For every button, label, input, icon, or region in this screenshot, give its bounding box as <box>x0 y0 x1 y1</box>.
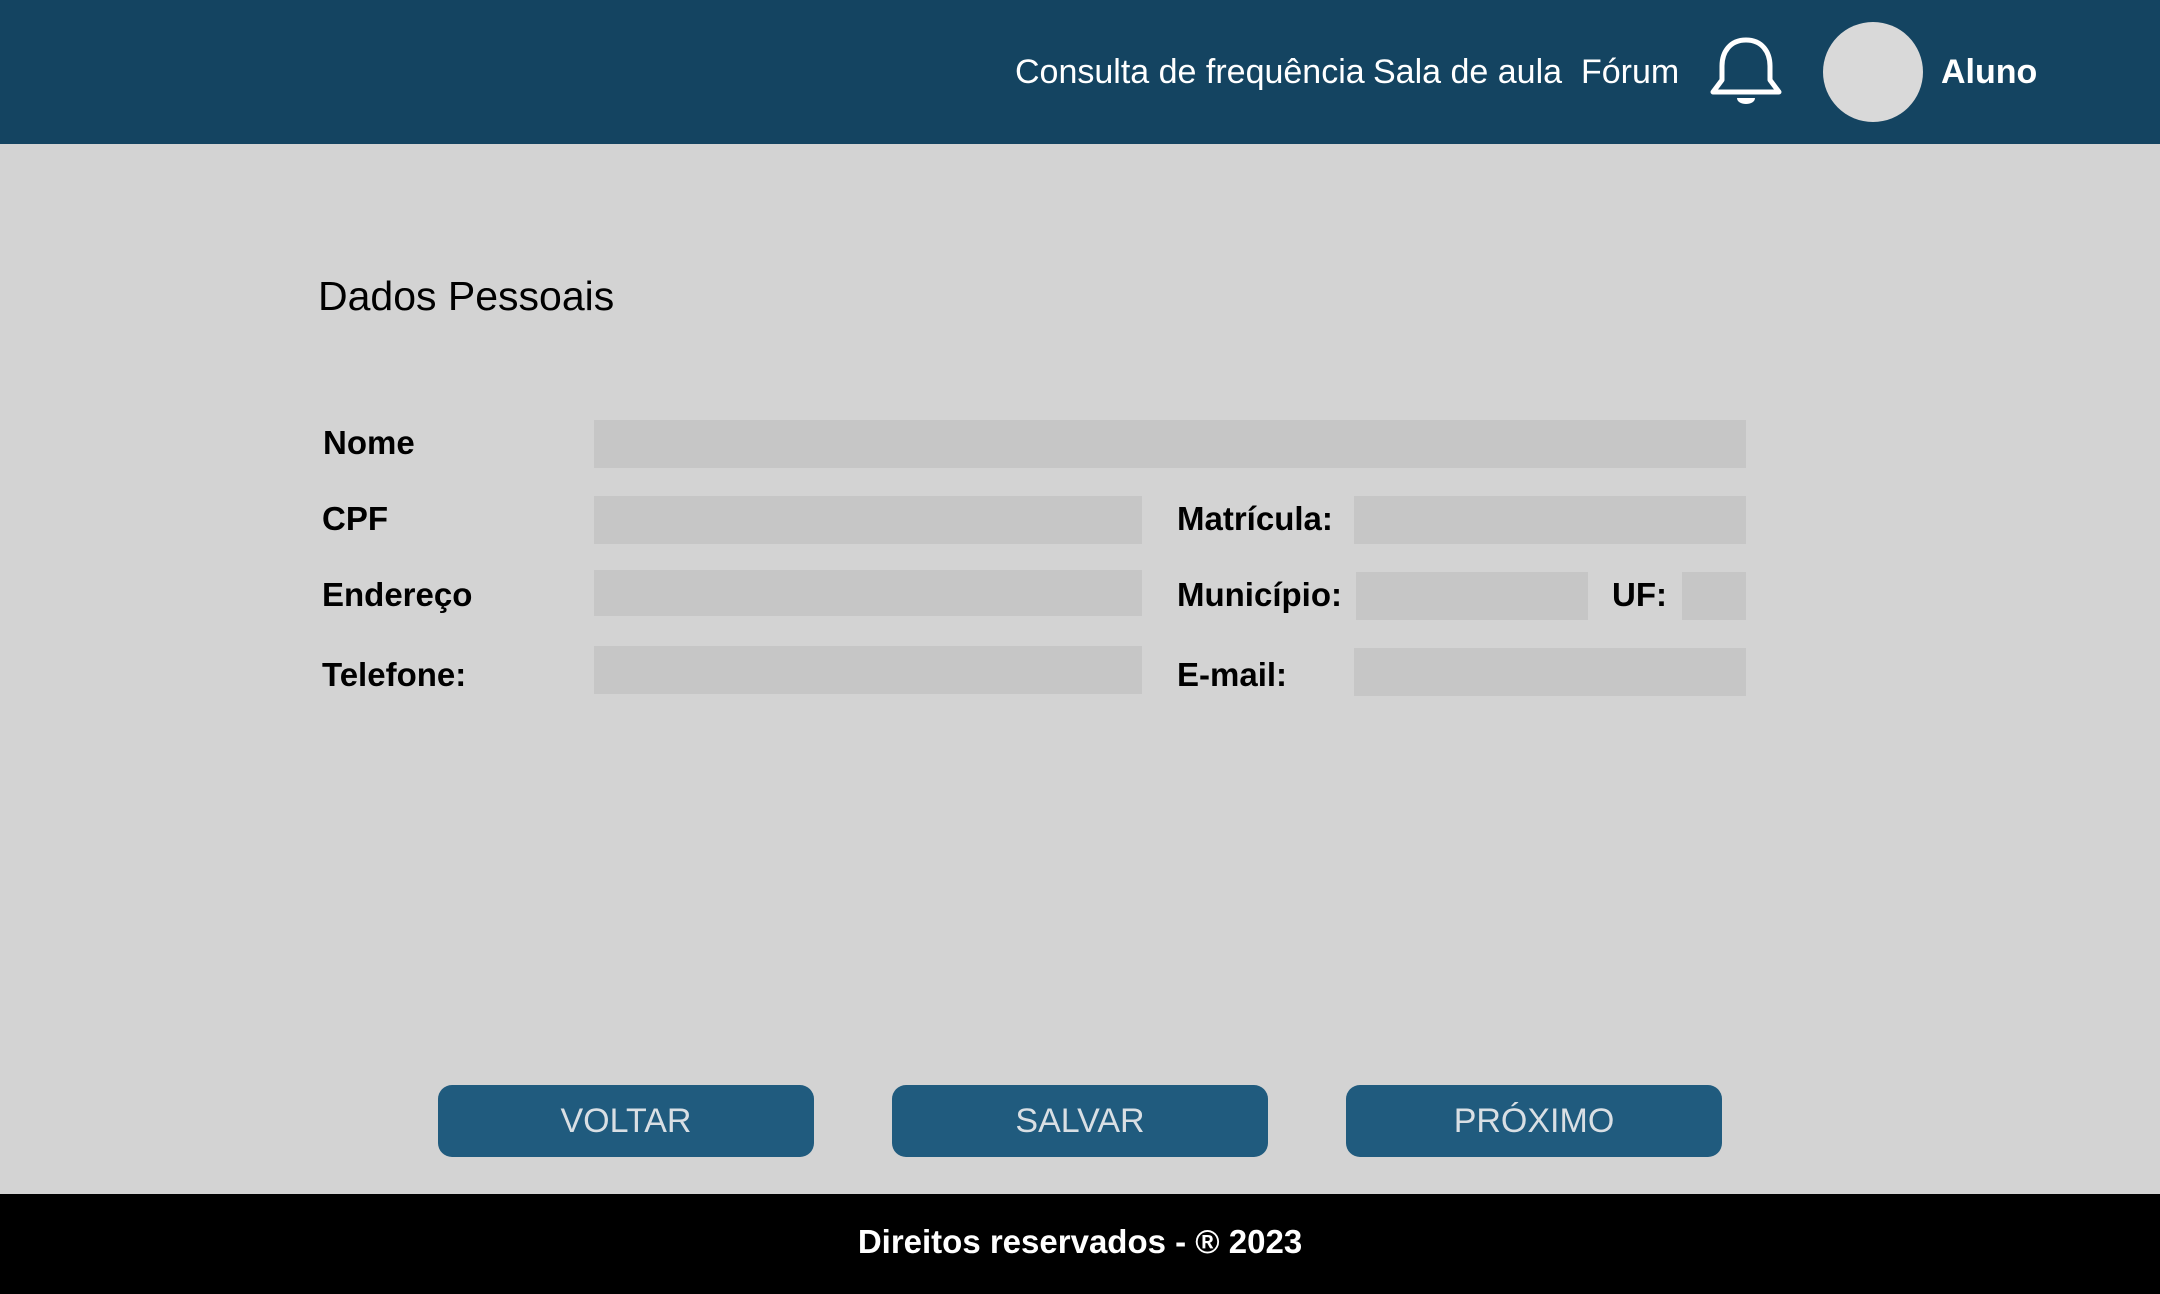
salvar-button[interactable]: SALVAR <box>892 1085 1268 1157</box>
uf-label: UF: <box>1612 576 1667 613</box>
nome-label: Nome <box>323 424 415 461</box>
nav-forum[interactable]: Fórum <box>1581 48 1679 96</box>
page-title: Dados Pessoais <box>318 273 615 319</box>
municipio-label: Município: <box>1177 576 1342 613</box>
voltar-button[interactable]: VOLTAR <box>438 1085 814 1157</box>
nav-sala-de-aula[interactable]: Sala de aula <box>1373 48 1562 96</box>
cpf-field[interactable] <box>594 496 1142 544</box>
telefone-field[interactable] <box>594 646 1142 694</box>
cpf-label: CPF <box>322 500 388 537</box>
municipio-field[interactable] <box>1356 572 1588 620</box>
nav-consulta-frequencia[interactable]: Consulta de frequência <box>1015 48 1365 96</box>
email-field[interactable] <box>1354 648 1746 696</box>
endereco-label: Endereço <box>322 576 473 613</box>
email-label: E-mail: <box>1177 656 1288 693</box>
bell-icon[interactable] <box>1708 36 1784 108</box>
endereco-field[interactable] <box>594 570 1142 616</box>
footer-copyright: Direitos reservados - ® 2023 <box>857 1223 1303 1260</box>
avatar[interactable] <box>1823 22 1923 122</box>
user-name[interactable]: Aluno <box>1941 50 2037 94</box>
uf-field[interactable] <box>1682 572 1746 620</box>
nome-field[interactable] <box>594 420 1746 468</box>
telefone-label: Telefone: <box>322 656 467 693</box>
top-navbar: Consulta de frequência Sala de aula Fóru… <box>0 0 2160 144</box>
matricula-label: Matrícula: <box>1177 500 1333 537</box>
footer: Direitos reservados - ® 2023 <box>0 1194 2160 1294</box>
matricula-field[interactable] <box>1354 496 1746 544</box>
proximo-button[interactable]: PRÓXIMO <box>1346 1085 1722 1157</box>
